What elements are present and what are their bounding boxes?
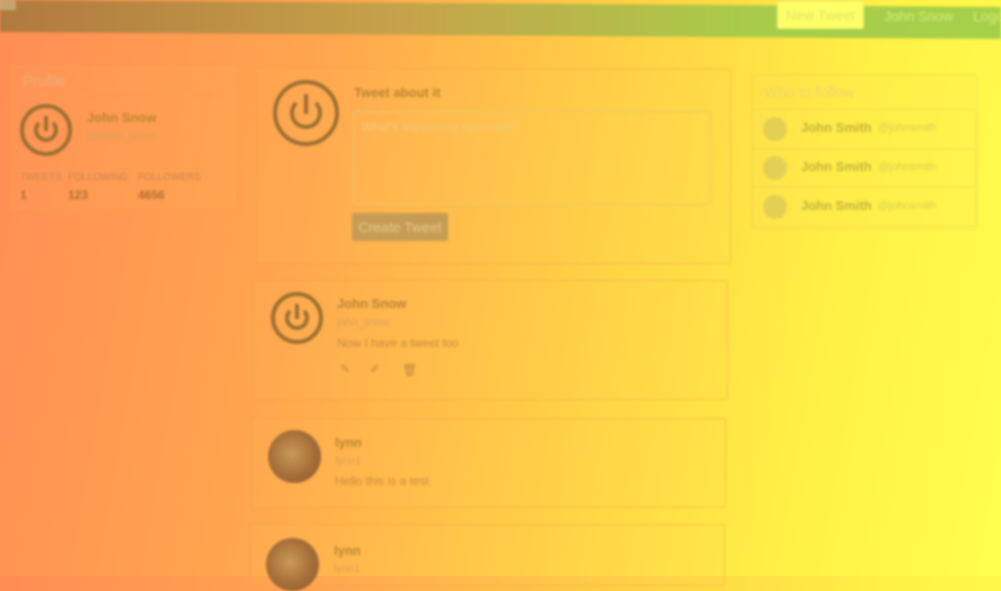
suggestion-name[interactable]: John Smith bbox=[801, 159, 872, 174]
tweet-input[interactable]: What's happening right now? bbox=[353, 111, 711, 205]
create-tweet-button[interactable]: Create Tweet bbox=[352, 213, 448, 241]
stat-following-label: FOLLOWING bbox=[68, 172, 129, 183]
profile-name[interactable]: John Snow bbox=[87, 110, 156, 125]
tweet-text: Now I have a tweet too bbox=[337, 336, 460, 350]
tweet-author-handle: lynn1 bbox=[334, 563, 361, 575]
profile-divider bbox=[11, 95, 237, 96]
stat-following-value[interactable]: 123 bbox=[68, 188, 88, 202]
stat-followers-label: FOLLOWERS bbox=[138, 172, 201, 183]
follow-suggestion[interactable]: John Smith @johnsmith bbox=[752, 109, 976, 149]
tweet-card bbox=[251, 418, 726, 508]
suggestion-handle: @johnsmith bbox=[878, 161, 937, 173]
tweet-author-handle: john_snow bbox=[337, 317, 390, 329]
suggestion-handle: @johnsmith bbox=[878, 200, 937, 212]
delete-icon[interactable]: 🗑 bbox=[402, 363, 417, 377]
stat-tweets-label: TWEETS bbox=[20, 172, 62, 183]
tweet-avatar[interactable] bbox=[268, 430, 321, 483]
profile-handle: @john_snow bbox=[87, 129, 157, 143]
profile-avatar[interactable] bbox=[20, 104, 72, 156]
profile-heading: Profile bbox=[23, 73, 66, 90]
tweet-author-name[interactable]: John Snow bbox=[337, 296, 406, 311]
suggestion-handle: @johnsmith bbox=[878, 122, 937, 134]
tweet-author-handle: lynn1 bbox=[335, 455, 362, 467]
stat-tweets-value[interactable]: 1 bbox=[20, 188, 27, 202]
suggestion-name[interactable]: John Smith bbox=[801, 198, 872, 213]
edit-icon[interactable]: ✐ bbox=[370, 362, 380, 376]
tweet-card bbox=[253, 280, 728, 400]
follow-suggestion[interactable]: John Smith @johnsmith bbox=[752, 187, 976, 227]
suggestion-name[interactable]: John Smith bbox=[801, 120, 872, 135]
tweet-author-name[interactable]: lynn bbox=[335, 435, 362, 450]
suggestion-avatar bbox=[763, 195, 787, 219]
who-to-follow-heading: Who to follow bbox=[764, 84, 855, 101]
new-tweet-button[interactable]: New Tweet bbox=[777, 1, 864, 29]
user-profile-link[interactable]: John Snow bbox=[884, 8, 953, 24]
follow-suggestion[interactable]: John Smith @johnsmith bbox=[752, 148, 976, 188]
compose-avatar bbox=[273, 80, 339, 146]
tweet-card bbox=[250, 524, 725, 586]
tweet-author-name[interactable]: lynn bbox=[334, 543, 361, 558]
tweet-avatar[interactable] bbox=[271, 292, 323, 344]
stat-followers-value[interactable]: 4656 bbox=[138, 188, 165, 202]
tweet-avatar[interactable] bbox=[266, 538, 319, 591]
tweet-text: Hello this is a test bbox=[335, 474, 430, 488]
brand-logo[interactable] bbox=[0, 0, 16, 11]
compose-heading: Tweet about it bbox=[354, 85, 441, 100]
logout-link[interactable]: Logout bbox=[973, 8, 1001, 24]
suggestion-avatar bbox=[763, 156, 787, 180]
reply-icon[interactable]: ✎ bbox=[340, 362, 350, 376]
suggestion-avatar bbox=[763, 117, 787, 141]
